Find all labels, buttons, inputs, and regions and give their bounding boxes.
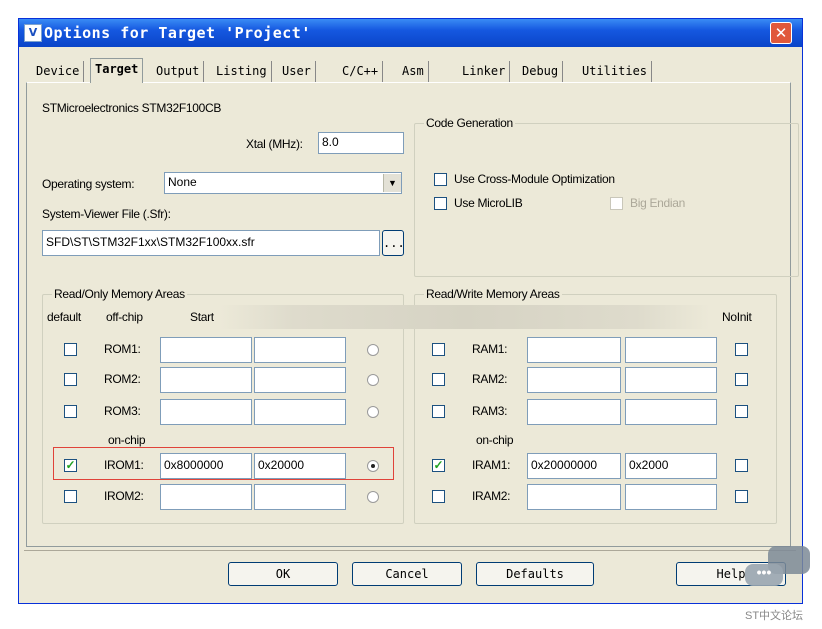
os-select-value: None	[168, 175, 197, 189]
ro-startup-radio[interactable]	[367, 491, 379, 503]
rw-start-input[interactable]	[527, 399, 621, 425]
ro-size-input[interactable]	[254, 337, 346, 363]
rw-name-label: RAM2:	[472, 372, 508, 386]
chat-dots-icon: •••	[745, 564, 783, 586]
ro-start-input[interactable]	[160, 484, 252, 510]
sfr-input[interactable]: SFD\ST\STM32F1xx\STM32F100xx.sfr	[42, 230, 380, 256]
ro-startup-radio[interactable]	[367, 374, 379, 386]
cross-module-checkbox[interactable]	[434, 173, 447, 186]
tab-user[interactable]: User	[278, 61, 316, 82]
cross-module-label: Use Cross-Module Optimization	[454, 172, 615, 186]
ro-memory-title: Read/Only Memory Areas	[52, 287, 187, 301]
microlib-checkbox[interactable]	[434, 197, 447, 210]
big-endian-label: Big Endian	[630, 196, 686, 210]
ro-name-label: ROM3:	[104, 404, 141, 418]
ro-name-label: ROM2:	[104, 372, 141, 386]
ro-default-checkbox[interactable]: ✓	[64, 459, 77, 472]
watermark-text: ST中文论坛	[745, 610, 804, 622]
rw-default-checkbox[interactable]	[432, 373, 445, 386]
rw-default-checkbox[interactable]: ✓	[432, 459, 445, 472]
tab-target[interactable]: Target	[90, 58, 144, 83]
rw-size-input[interactable]	[625, 399, 717, 425]
rw-noinit-checkbox[interactable]	[735, 490, 748, 503]
rw-default-checkbox[interactable]	[432, 490, 445, 503]
tab-asm[interactable]: Asm	[398, 61, 429, 82]
rw-start-input[interactable]	[527, 484, 621, 510]
rw-noinit-checkbox[interactable]	[735, 373, 748, 386]
rw-size-input[interactable]	[625, 337, 717, 363]
rw-col-noinit: NoInit	[722, 310, 752, 324]
defaults-button[interactable]: Defaults	[476, 562, 594, 586]
device-name: STMicroelectronics STM32F100CB	[42, 101, 222, 115]
ro-startup-radio[interactable]	[367, 344, 379, 356]
rw-start-input[interactable]: 0x20000000	[527, 453, 621, 479]
ro-startup-radio[interactable]	[367, 406, 379, 418]
cancel-button[interactable]: Cancel	[352, 562, 462, 586]
chevron-down-icon[interactable]: ▼	[383, 174, 401, 192]
os-label: Operating system:	[42, 177, 135, 191]
app-icon: V	[24, 24, 42, 42]
sfr-browse-button[interactable]: ...	[382, 230, 405, 256]
ro-name-label: IROM1:	[104, 458, 144, 472]
ro-col-start: Start	[190, 310, 214, 324]
tab-output[interactable]: Output	[152, 61, 205, 82]
window-title: Options for Target 'Project'	[44, 24, 311, 42]
tab-listing[interactable]: Listing	[212, 61, 272, 82]
rw-default-checkbox[interactable]	[432, 343, 445, 356]
microlib-label: Use MicroLIB	[454, 196, 523, 210]
blurred-region	[220, 305, 710, 329]
ro-start-input[interactable]	[160, 337, 252, 363]
rw-noinit-checkbox[interactable]	[735, 459, 748, 472]
rw-size-input[interactable]	[625, 484, 717, 510]
ro-size-input[interactable]	[254, 399, 346, 425]
tab-cpp[interactable]: C/C++	[338, 61, 384, 82]
ro-name-label: IROM2:	[104, 489, 144, 503]
rw-noinit-checkbox[interactable]	[735, 343, 748, 356]
ro-onchip-label: on-chip	[108, 433, 146, 447]
tab-device[interactable]: Device	[32, 61, 85, 82]
rw-name-label: RAM1:	[472, 342, 508, 356]
close-button[interactable]: ✕	[770, 22, 792, 44]
ro-start-input[interactable]	[160, 367, 252, 393]
ro-start-input[interactable]	[160, 399, 252, 425]
ro-start-input[interactable]: 0x8000000	[160, 453, 252, 479]
rw-name-label: IRAM2:	[472, 489, 511, 503]
tab-debug[interactable]: Debug	[518, 61, 564, 82]
rw-name-label: RAM3:	[472, 404, 508, 418]
ro-name-label: ROM1:	[104, 342, 141, 356]
footer-divider	[24, 550, 796, 551]
ro-col-default: default	[47, 310, 81, 324]
ro-size-input[interactable]: 0x20000	[254, 453, 346, 479]
rw-size-input[interactable]: 0x2000	[625, 453, 717, 479]
ro-startup-radio[interactable]	[367, 460, 379, 472]
rw-name-label: IRAM1:	[472, 458, 511, 472]
os-select[interactable]: None	[164, 172, 402, 194]
rw-default-checkbox[interactable]	[432, 405, 445, 418]
ro-default-checkbox[interactable]	[64, 343, 77, 356]
ro-size-input[interactable]	[254, 367, 346, 393]
tab-linker[interactable]: Linker	[458, 61, 511, 82]
ro-default-checkbox[interactable]	[64, 373, 77, 386]
ro-default-checkbox[interactable]	[64, 490, 77, 503]
xtal-input[interactable]: 8.0	[318, 132, 404, 154]
ok-button[interactable]: OK	[228, 562, 338, 586]
sfr-label: System-Viewer File (.Sfr):	[42, 207, 171, 221]
rw-onchip-label: on-chip	[476, 433, 514, 447]
ro-size-input[interactable]	[254, 484, 346, 510]
xtal-label: Xtal (MHz):	[246, 137, 303, 151]
code-generation-title: Code Generation	[424, 116, 515, 130]
rw-start-input[interactable]	[527, 337, 621, 363]
rw-start-input[interactable]	[527, 367, 621, 393]
ro-default-checkbox[interactable]	[64, 405, 77, 418]
rw-memory-title: Read/Write Memory Areas	[424, 287, 562, 301]
big-endian-checkbox[interactable]	[610, 197, 623, 210]
tab-utilities[interactable]: Utilities	[578, 61, 653, 82]
ro-col-offchip: off-chip	[106, 310, 143, 324]
rw-size-input[interactable]	[625, 367, 717, 393]
rw-noinit-checkbox[interactable]	[735, 405, 748, 418]
